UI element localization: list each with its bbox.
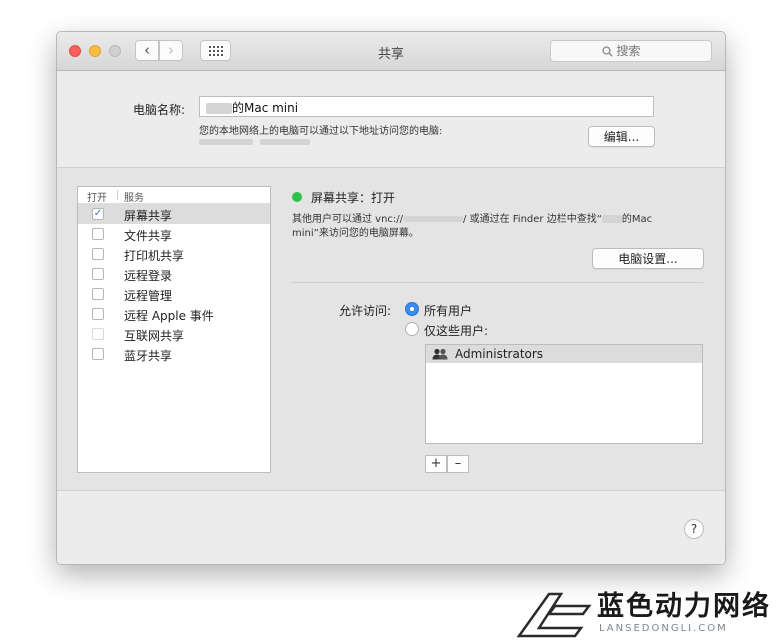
service-row-remote-apple-events[interactable]: 远程 Apple 事件 <box>78 304 270 324</box>
screen-sharing-description: 其他用户可以通过 vnc:// / 或通过在 Finder 边栏中查找“ 的Mac m… <box>292 213 692 241</box>
column-separator <box>117 190 118 200</box>
column-on-header[interactable]: 打开 <box>87 189 107 204</box>
all-users-label[interactable]: 所有用户 <box>424 302 472 319</box>
service-row-printer-sharing[interactable]: 打印机共享 <box>78 244 270 264</box>
redacted-text <box>260 139 311 145</box>
service-checkbox[interactable] <box>92 248 104 260</box>
redacted-text <box>601 215 622 223</box>
service-row-bluetooth-sharing[interactable]: 蓝牙共享 <box>78 344 270 364</box>
remove-user-button[interactable]: – <box>447 455 469 473</box>
group-icon <box>432 348 448 360</box>
service-label: 互联网共享 <box>124 329 185 343</box>
service-checkbox[interactable]: ✓ <box>92 208 104 220</box>
address-hint: 您的本地网络上的电脑可以通过以下地址访问您的电脑: <box>199 126 443 137</box>
service-label: 远程 Apple 事件 <box>124 309 214 323</box>
redacted-text <box>206 103 232 114</box>
allow-access-label: 允许访问: <box>338 304 391 318</box>
service-checkbox[interactable] <box>92 228 104 240</box>
service-checkbox[interactable] <box>92 328 104 340</box>
list-item[interactable]: Administrators <box>426 345 702 363</box>
watermark-text-cn: 蓝色动力网络 <box>597 591 771 622</box>
redacted-text <box>199 139 253 145</box>
column-service-header[interactable]: 服务 <box>124 189 144 204</box>
computer-settings-button[interactable]: 电脑设置... <box>592 248 704 269</box>
service-checkbox[interactable] <box>92 288 104 300</box>
edit-button[interactable]: 编辑... <box>588 126 655 147</box>
sharing-window: ‹ › 共享 电脑名称: 的Mac mini <box>56 31 726 565</box>
service-row-remote-management[interactable]: 远程管理 <box>78 284 270 304</box>
description-text: 其他用户可以通过 vnc:// <box>292 214 404 225</box>
service-list[interactable]: 打开 服务 ✓ 屏幕共享 文件共享 打印机共享 远程登录 远程管理 远程 App… <box>77 186 271 473</box>
search-icon <box>601 45 613 57</box>
only-these-users-label[interactable]: 仅这些用户: <box>424 322 488 339</box>
add-user-button[interactable]: + <box>425 455 447 473</box>
service-checkbox[interactable] <box>92 308 104 320</box>
status-text: 屏幕共享：打开 <box>311 191 396 205</box>
computer-name-label: 电脑名称: <box>132 103 185 117</box>
user-list[interactable]: Administrators <box>425 344 703 444</box>
help-button[interactable]: ? <box>684 519 704 539</box>
services-section: 打开 服务 ✓ 屏幕共享 文件共享 打印机共享 远程登录 远程管理 远程 App… <box>57 168 725 491</box>
search-field[interactable] <box>550 40 712 62</box>
service-checkbox[interactable] <box>92 348 104 360</box>
description-text: mini”来访问您的电脑屏幕。 <box>292 228 419 239</box>
service-label: 屏幕共享 <box>124 209 173 223</box>
radio-all-users[interactable] <box>405 302 419 316</box>
service-label: 打印机共享 <box>124 249 185 263</box>
redacted-text <box>403 216 464 222</box>
service-row-file-sharing[interactable]: 文件共享 <box>78 224 270 244</box>
title-bar: ‹ › 共享 <box>57 32 725 71</box>
search-input[interactable] <box>616 44 661 58</box>
service-row-remote-login[interactable]: 远程登录 <box>78 264 270 284</box>
service-label: 远程登录 <box>124 269 173 283</box>
description-text: 的Mac <box>621 214 653 225</box>
computer-name-section: 电脑名称: 的Mac mini 您的本地网络上的电脑可以通过以下地址访问您的电脑… <box>57 71 725 168</box>
computer-name-field[interactable]: 的Mac mini <box>199 96 654 117</box>
watermark: 蓝色动力网络 LANSEDONGLI.COM <box>509 584 771 642</box>
computer-name-value: 的Mac mini <box>232 101 299 115</box>
footer-section: ? <box>57 491 725 564</box>
status-indicator <box>292 192 302 202</box>
description-text: / 或通过在 Finder 边栏中查找“ <box>463 214 602 225</box>
service-label: 远程管理 <box>124 289 173 303</box>
watermark-text-en: LANSEDONGLI.COM <box>599 623 728 634</box>
service-row-internet-sharing[interactable]: 互联网共享 <box>78 324 270 344</box>
radio-only-these-users[interactable] <box>405 322 419 336</box>
service-list-header: 打开 服务 <box>78 187 270 204</box>
user-name: Administrators <box>455 347 544 361</box>
service-row-screen-sharing[interactable]: ✓ 屏幕共享 <box>78 204 270 224</box>
logo-icon <box>516 592 592 638</box>
divider <box>291 282 703 283</box>
service-label: 蓝牙共享 <box>124 349 173 363</box>
service-label: 文件共享 <box>124 229 173 243</box>
service-checkbox[interactable] <box>92 268 104 280</box>
address-value <box>199 137 311 148</box>
